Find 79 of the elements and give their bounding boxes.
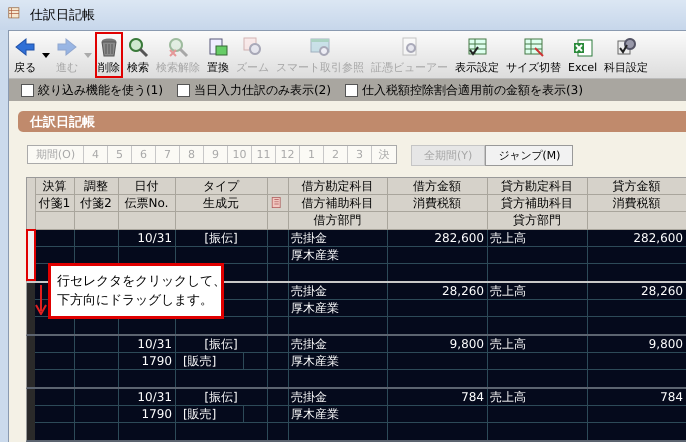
table-cell: [販売]: [175, 406, 244, 422]
table-cell-text: 28,260: [640, 283, 684, 300]
toolbar-button[interactable]: サイズ切替: [503, 32, 564, 78]
table-resize-icon: [522, 36, 544, 58]
column-header: 日付: [134, 178, 160, 195]
table-check-icon: [466, 36, 488, 58]
table-cell-text: 784: [460, 389, 485, 406]
table-cell-text: 282,600: [433, 230, 485, 247]
toolbar-button[interactable]: 置換: [204, 32, 232, 78]
down-arrow-icon: [35, 285, 47, 315]
table-cell-text: 784: [659, 389, 684, 406]
column-header: 消費税額: [412, 195, 462, 212]
column-header: 借方金額: [412, 178, 462, 195]
toolbar-button[interactable]: 削除: [95, 32, 123, 78]
table-cell-text: 厚木産業: [290, 406, 340, 423]
table-cell-text: [振伝]: [203, 230, 239, 247]
table-cell-text: 厚木産業: [290, 300, 340, 317]
column-header: 借方部門: [312, 212, 362, 229]
table-cell-text: 売上高: [489, 283, 527, 300]
caret-icon[interactable]: [42, 52, 50, 58]
table-cell-text: 10/31: [136, 336, 173, 353]
checkbox-label[interactable]: 仕入税額控除割合適用前の金額を表示(3): [362, 82, 583, 98]
magnifier-cross-icon: [167, 36, 189, 58]
column-header: 決算: [42, 178, 68, 195]
search-icon: [127, 36, 149, 58]
table-cell-text: [振伝]: [203, 389, 239, 406]
checkbox[interactable]: [177, 84, 190, 96]
column-header: 借方勘定科目: [300, 178, 374, 195]
zoom-icon: [242, 36, 264, 58]
table-cell-text: 売掛金: [290, 283, 328, 300]
window-search-icon: [309, 36, 331, 58]
column-header: 消費税額: [612, 195, 662, 212]
arrow-left-icon: [14, 36, 36, 58]
column-header: 生成元: [202, 195, 240, 212]
jump-button[interactable]: ジャンプ(M): [485, 144, 574, 166]
table-cell-text: 282,600: [632, 230, 684, 247]
row-selector[interactable]: [27, 230, 35, 280]
window-title: 仕訳日記帳: [30, 7, 95, 24]
toolbar-button[interactable]: 表示設定: [452, 32, 502, 78]
table-cell-text: [振伝]: [203, 336, 239, 353]
checkbox-label[interactable]: 当日入力仕訳のみ表示(2): [194, 82, 331, 98]
toolbar-button[interactable]: 検索: [124, 32, 152, 78]
toolbar-button[interactable]: Excel: [565, 32, 600, 78]
arrow-right-icon: [56, 36, 78, 58]
table-cell-text: 売掛金: [290, 336, 328, 353]
table-cell-text: 1790: [140, 353, 173, 370]
table-cell-text: 売上高: [489, 336, 527, 353]
spreadsheet-icon: [572, 36, 594, 58]
panel-title: 仕訳日記帳: [30, 114, 95, 130]
toolbar-button[interactable]: 科目設定: [601, 32, 652, 78]
column-header: 伝票No.: [124, 195, 170, 212]
table-cell-text: 売上高: [489, 230, 527, 247]
table-cell-text: 10/31: [136, 389, 173, 406]
checkbox[interactable]: [21, 84, 34, 96]
table-cell-text: 売掛金: [290, 389, 328, 406]
table-cell-text: 売上高: [489, 389, 527, 406]
column-header: 調整: [83, 178, 109, 195]
table-cell-text: 厚木産業: [290, 353, 340, 370]
document-icon: [207, 36, 229, 58]
table-cell-text: 1790: [140, 406, 173, 423]
table-cell-text: 10/31: [136, 230, 173, 247]
table-cell-text: 9,800: [448, 336, 485, 353]
table-cell-text: 28,260: [441, 283, 485, 300]
column-header: 付箋2: [79, 195, 113, 212]
column-header: 貸方補助科目: [500, 195, 574, 212]
column-header: 貸方金額: [612, 178, 662, 195]
table-cell: [販売]: [175, 353, 244, 369]
table-cell-text: 厚木産業: [290, 247, 340, 264]
table-cell-text: 売掛金: [290, 230, 328, 247]
column-header: タイプ: [202, 178, 240, 195]
column-header: 付箋1: [38, 195, 72, 212]
checkbox[interactable]: [345, 84, 358, 96]
column-header: 貸方勘定科目: [500, 178, 574, 195]
checkbox-label[interactable]: 絞り込み機能を使う(1): [38, 82, 163, 98]
callout-text: 行セレクタをクリックして、 下方向にドラッグします。: [48, 263, 224, 319]
table-cell-text: 9,800: [648, 336, 684, 353]
toolbar-button[interactable]: 戻る: [11, 32, 39, 78]
column-header: 借方補助科目: [300, 195, 374, 212]
column-header: 貸方部門: [512, 212, 562, 229]
